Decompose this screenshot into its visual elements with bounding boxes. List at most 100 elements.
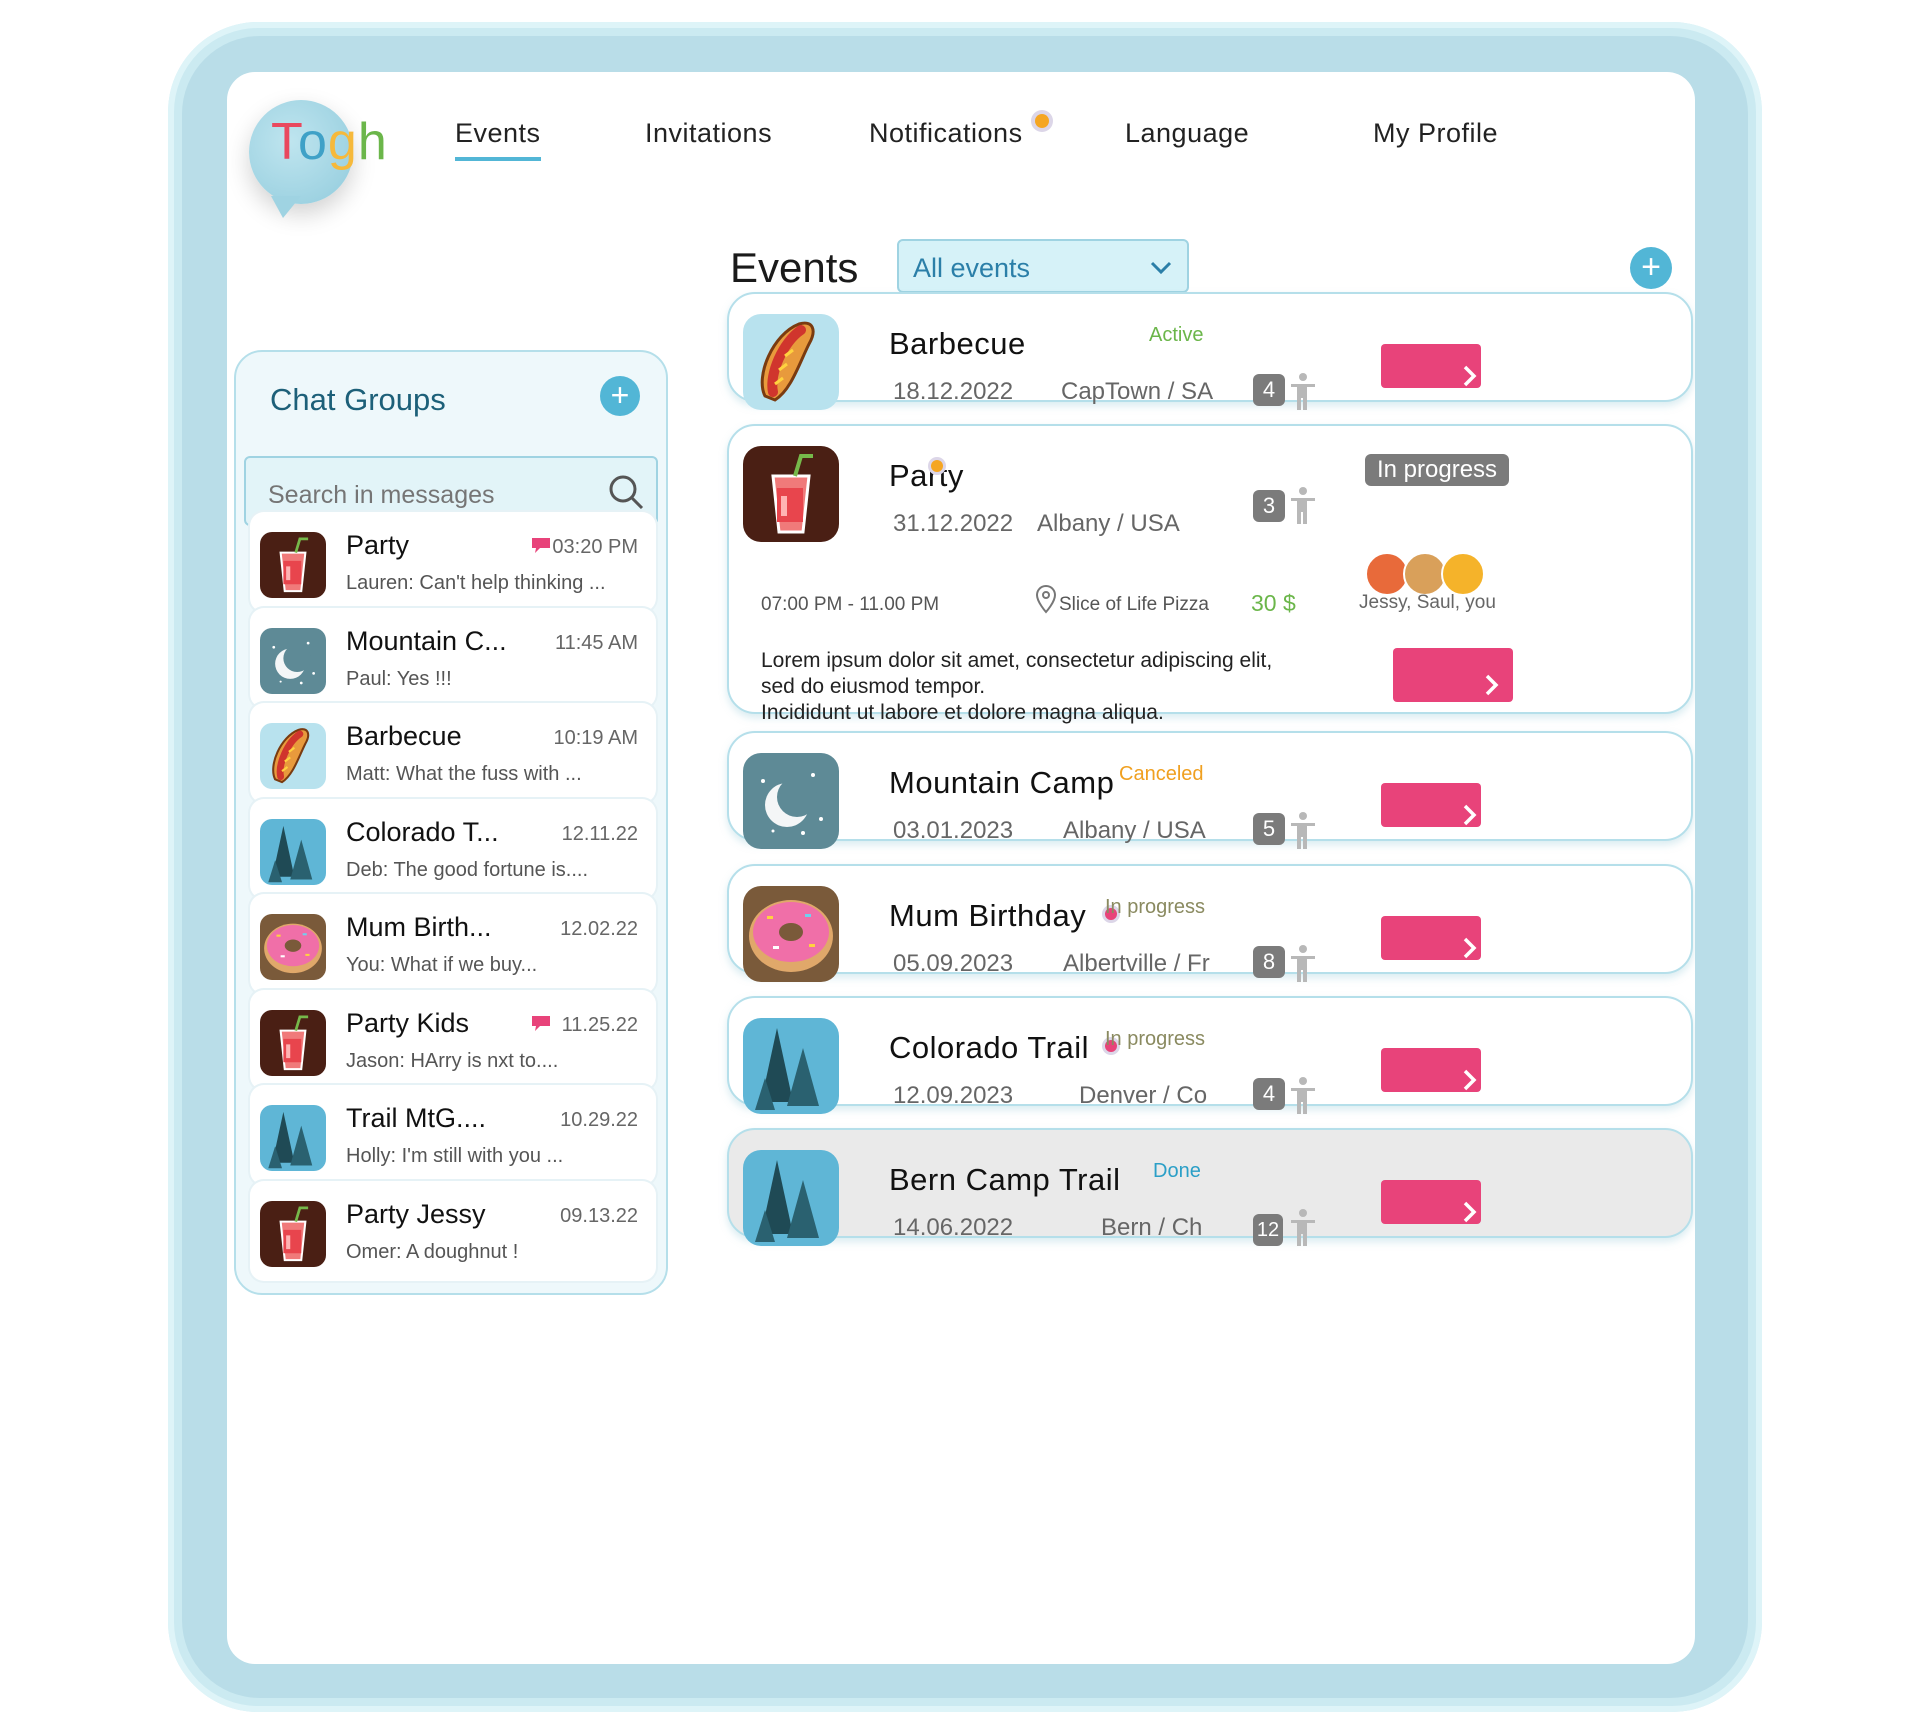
description-line: Incididunt ut labore et dolore magna ali… [761,701,1164,724]
chat-list-item[interactable]: Party 03:20 PM Lauren: Can't help thinki… [250,512,656,612]
chat-list-item[interactable]: Mum Birth... 12.02.22 You: What if we bu… [250,894,656,994]
chat-list-item[interactable]: Mountain C... 11:45 AM Paul: Yes !!! [250,607,656,708]
attendee-names: Jessy, Saul, you [1359,592,1496,613]
events-title: Events [730,244,859,291]
nav-my-profile[interactable]: My Profile [1373,118,1498,157]
chat-time: 10.29.22 [560,1109,638,1131]
chat-name: Party [346,530,410,560]
search-messages-input[interactable] [266,480,570,511]
avatar [1441,552,1485,596]
open-event-button[interactable] [1381,916,1481,960]
participant-count: 12 [1253,1214,1283,1246]
person-icon [1285,1208,1317,1246]
status-label: In progress [1105,896,1206,918]
chat-time: 12.02.22 [560,918,638,940]
drink-icon [743,446,839,542]
notification-dot [1034,114,1049,128]
open-event-button[interactable] [1381,783,1481,827]
chat-last-message: You: What if we buy... [346,954,538,976]
description-line: Lorem ipsum dolor sit amet, consectetur … [761,649,1273,672]
chat-list-item[interactable]: Trail MtG.... 10.29.22 Holly: I'm still … [250,1085,656,1185]
chat-list-item[interactable]: Colorado T... 12.11.22 Deb: The good for… [250,798,656,899]
nav-notifications[interactable]: Notifications [869,114,1049,157]
chat-last-message: Deb: The good fortune is.... [346,858,589,881]
open-event-button[interactable] [1381,344,1481,388]
trees-icon [260,1105,326,1171]
event-name: Mountain Camp [889,765,1115,800]
chat-name: Party Jessy [346,1198,486,1229]
chat-groups-panel: Chat Groups + Party 03:20 PM Lauren: Can… [234,350,668,1295]
events-filter-value: All events [913,253,1031,283]
person-icon [1285,486,1317,524]
donut-icon [743,886,839,982]
chat-list-item[interactable]: Barbecue 10:19 AM Matt: What the fuss wi… [250,703,656,803]
event-name: Colorado Trail [889,1030,1089,1065]
event-name: Mum Birthday [889,898,1087,933]
unread-message-icon [530,536,552,554]
event-location: Denver / Co [1079,1082,1208,1109]
event-date: 03.01.2023 [893,817,1014,844]
chat-name: Colorado T... [346,816,499,847]
event-date: 31.12.2022 [893,510,1014,537]
event-date: 12.09.2023 [893,1082,1014,1109]
participant-count: 8 [1253,946,1285,978]
event-card[interactable]: Colorado Trail 12.09.2023 In progress De… [727,996,1693,1114]
add-chat-group-button[interactable]: + [600,376,640,416]
chat-groups-title: Chat Groups [270,382,446,417]
event-date: 18.12.2022 [893,378,1014,405]
event-name: Bern Camp Trail [889,1162,1121,1197]
unread-message-icon [530,1014,552,1032]
event-description: Lorem ipsum dolor sit amet, consectetur … [761,648,1272,726]
hotdog-icon [743,314,839,410]
chat-last-message: Paul: Yes !!! [346,667,452,690]
add-event-button[interactable]: + [1630,247,1672,289]
open-event-button[interactable] [1381,1048,1481,1092]
event-venue: Slice of Life Pizza [1059,594,1209,615]
trees-icon [743,1150,839,1246]
participant-count: 3 [1253,490,1285,522]
event-time-range: 07:00 PM - 11.00 PM [761,594,940,615]
top-nav: Events Invitations Notifications Languag… [227,114,1695,178]
person-icon [1285,1076,1317,1114]
status-badge: In progress [1365,454,1510,486]
chat-list-item[interactable]: Party Kids 11.25.22 Jason: HArry is nxt … [250,989,656,1090]
moon-icon [260,627,326,694]
event-location: Albany / USA [1037,510,1180,537]
event-location: Albany / USA [1063,817,1206,844]
hotdog-icon [260,723,326,789]
status-label: In progress [1105,1028,1206,1050]
status-label: Canceled [1119,763,1204,785]
person-icon [1285,372,1317,410]
person-icon [1285,944,1317,982]
trees-icon [743,1018,839,1114]
search-icon[interactable] [606,472,646,512]
chevron-down-icon [1150,261,1172,275]
chat-name: Mum Birth... [346,912,492,942]
chat-last-message: Holly: I'm still with you ... [346,1145,564,1167]
chat-name: Barbecue [346,721,462,751]
attendee-avatars [1365,552,1485,596]
open-event-button[interactable] [1393,648,1513,702]
donut-icon [260,914,326,980]
event-card[interactable]: Mountain Camp 03.01.2023 Canceled Albany… [727,731,1693,849]
event-card[interactable]: Party 31.12.2022 In progress Albany / US… [727,424,1693,724]
chat-list-item[interactable]: Party Jessy 09.13.22 Omer: A doughnut ! [250,1180,656,1281]
location-pin-icon [1035,584,1057,614]
drink-icon [260,532,326,598]
status-label: Active [1149,324,1204,346]
event-location: Bern / Ch [1101,1214,1203,1241]
chat-name: Trail MtG.... [346,1103,486,1133]
event-card[interactable]: Mum Birthday 05.09.2023 In progress Albe… [727,864,1693,982]
status-label: Done [1153,1160,1201,1182]
chat-time: 11:45 AM [554,631,638,654]
chat-last-message: Lauren: Can't help thinking ... [346,572,606,594]
nav-invitations[interactable]: Invitations [645,118,772,157]
drink-icon [260,1009,326,1076]
event-card[interactable]: Bern Camp Trail 14.06.2022 Done Bern / C… [727,1128,1693,1246]
nav-events[interactable]: Events [455,118,541,161]
event-card[interactable]: Barbecue 18.12.2022 Active CapTown / SA … [727,292,1693,410]
chat-name: Party Kids [346,1007,470,1038]
nav-language[interactable]: Language [1125,118,1249,157]
events-filter-dropdown[interactable]: All events [897,239,1189,293]
open-event-button[interactable] [1381,1180,1481,1224]
